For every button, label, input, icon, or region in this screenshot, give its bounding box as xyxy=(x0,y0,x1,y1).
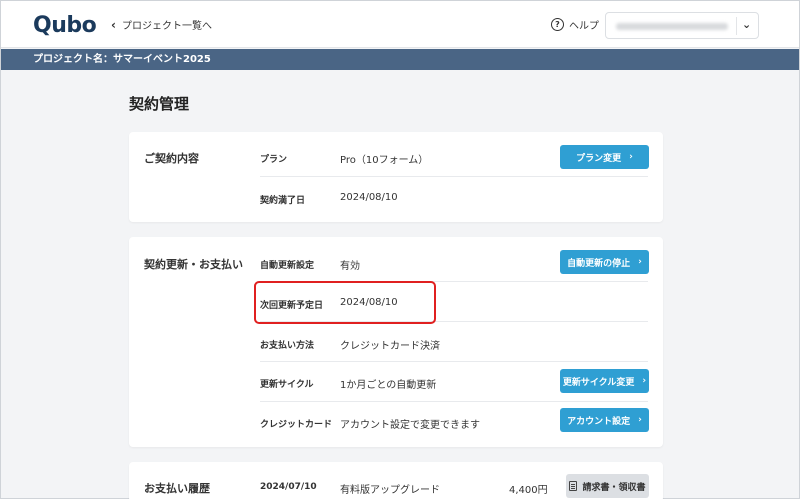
chevron-down-icon[interactable]: ⌄ xyxy=(742,18,751,31)
stop-auto-renew-label: 自動更新の停止 xyxy=(567,258,631,269)
chevron-right-icon: › xyxy=(638,415,642,425)
account-dropdown[interactable]: ⌄ xyxy=(605,12,759,39)
row-label: プラン xyxy=(260,155,288,165)
chevron-right-icon: › xyxy=(642,376,647,386)
row-expiry-date: 契約満了日 2024/08/10 xyxy=(260,177,648,222)
account-settings-label: アカウント設定 xyxy=(567,416,631,427)
invoice-receipt-label: 請求書・領収書 xyxy=(582,482,646,493)
chevron-left-icon: ‹ xyxy=(111,17,116,32)
account-email-redacted xyxy=(616,23,728,30)
contract-details-card: ご契約内容 プラン Pro（10フォーム） 契約満了日 2024/08/10 プ… xyxy=(129,132,663,222)
row-label: お支払い方法 xyxy=(260,341,315,351)
history-description: 有料版アップグレード xyxy=(340,485,440,496)
account-divider xyxy=(736,17,737,35)
help-link[interactable]: ? ヘルプ xyxy=(551,17,599,32)
chevron-right-icon: › xyxy=(629,152,633,162)
document-icon xyxy=(569,481,578,491)
chevron-right-icon: › xyxy=(638,257,642,267)
row-label: 契約満了日 xyxy=(260,196,306,206)
invoice-receipt-button[interactable]: 請求書・領収書 xyxy=(566,474,649,498)
payment-history-card: お支払い履歴 2024/07/10 有料版アップグレード 4,400円 請求書・… xyxy=(129,462,663,499)
help-circle-icon: ? xyxy=(551,18,564,31)
back-to-project-list-link[interactable]: ‹ プロジェクト一覧へ xyxy=(111,17,212,33)
row-value: クレジットカード決済 xyxy=(340,341,440,352)
row-value: 1か月ごとの自動更新 xyxy=(340,380,437,391)
row-value: 有効 xyxy=(340,261,360,272)
row-label: 自動更新設定 xyxy=(260,261,315,271)
row-value: 2024/08/10 xyxy=(340,192,398,203)
page-title: 契約管理 xyxy=(129,95,190,113)
row-label: 更新サイクル xyxy=(260,380,314,390)
history-card-title: お支払い履歴 xyxy=(144,482,210,495)
history-date: 2024/07/10 xyxy=(260,482,317,492)
renewal-payment-card: 契約更新・お支払い 自動更新設定 有効 次回更新予定日 2024/08/10 お… xyxy=(129,237,663,447)
qubo-logo[interactable]: Qubo xyxy=(33,11,97,39)
highlight-annotation xyxy=(254,281,436,324)
app-header: Qubo ‹ プロジェクト一覧へ ? ヘルプ ⌄ xyxy=(1,1,799,48)
renewal-card-title: 契約更新・お支払い xyxy=(144,258,243,271)
row-label: クレジットカード xyxy=(260,420,333,430)
change-renewal-cycle-button[interactable]: 更新サイクル変更 › xyxy=(560,369,649,393)
logo-text: Qubo xyxy=(33,12,97,38)
account-settings-button[interactable]: アカウント設定 › xyxy=(560,408,649,432)
back-link-label: プロジェクト一覧へ xyxy=(121,21,212,32)
change-plan-label: プラン変更 xyxy=(576,153,622,164)
help-label: ヘルプ xyxy=(569,21,599,32)
project-name-bar: プロジェクト名：サマーイベント2025 xyxy=(1,49,799,70)
change-renewal-cycle-label: 更新サイクル変更 xyxy=(562,377,635,388)
change-plan-button[interactable]: プラン変更 › xyxy=(560,145,649,169)
stop-auto-renew-button[interactable]: 自動更新の停止 › xyxy=(560,250,649,274)
row-payment-method: お支払い方法 クレジットカード決済 xyxy=(260,322,648,362)
row-value: Pro（10フォーム） xyxy=(340,155,429,166)
row-value: アカウント設定で変更できます xyxy=(340,420,480,431)
history-amount: 4,400円 xyxy=(509,485,548,496)
contract-card-title: ご契約内容 xyxy=(144,152,199,165)
